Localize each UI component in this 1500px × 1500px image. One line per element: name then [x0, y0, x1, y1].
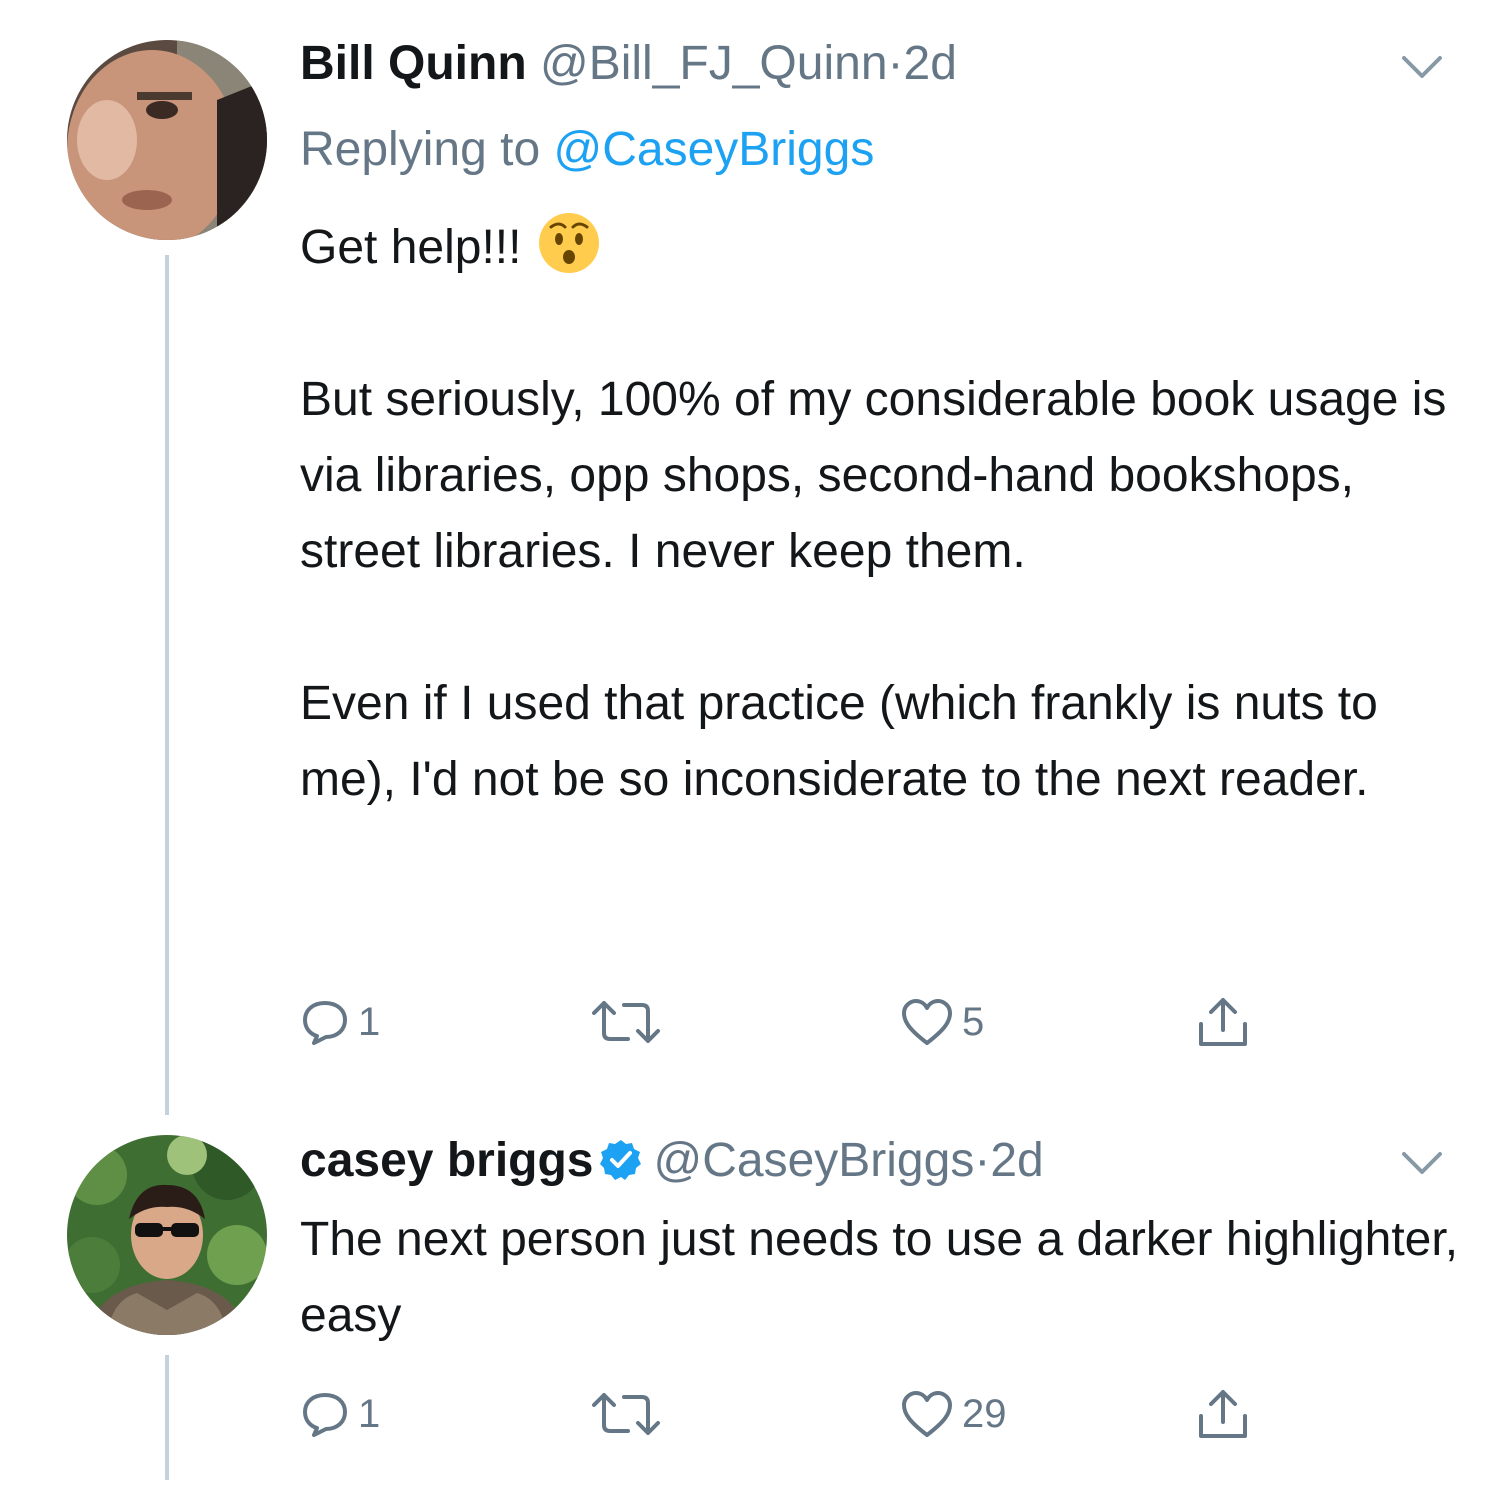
- avatar-image: [67, 40, 267, 240]
- retweet-button[interactable]: [590, 992, 670, 1052]
- like-icon: [902, 1391, 952, 1437]
- replying-to: Replying to @CaseyBriggs: [300, 122, 874, 178]
- tweet-paragraph: The next person just needs to use a dark…: [300, 1213, 1459, 1342]
- reply-count: 1: [358, 1391, 381, 1436]
- tweet-actions: 1 29: [300, 1384, 1300, 1444]
- display-name[interactable]: casey briggs: [300, 1134, 593, 1187]
- reply-button[interactable]: 1: [300, 992, 380, 1052]
- thread-line: [165, 1355, 169, 1480]
- reply-button[interactable]: 1: [300, 1384, 380, 1444]
- avatar-image: [67, 1135, 267, 1335]
- user-handle[interactable]: @Bill_FJ_Quinn: [540, 37, 888, 90]
- share-button[interactable]: [1195, 992, 1251, 1052]
- reply-icon: [303, 1393, 347, 1437]
- reply-icon: [303, 1001, 347, 1045]
- avatar[interactable]: [67, 1135, 267, 1335]
- chevron-down-icon[interactable]: [1398, 1148, 1446, 1178]
- like-count: 29: [962, 1391, 1007, 1436]
- tweet-actions: 1 5: [300, 992, 1300, 1052]
- tweet-paragraph: Get help!!!: [300, 210, 1460, 286]
- separator-dot: ·: [974, 1134, 991, 1187]
- verified-badge-icon: [600, 1140, 642, 1180]
- like-count: 5: [962, 999, 985, 1044]
- replying-prefix: Replying to: [300, 123, 541, 176]
- chevron-down-icon[interactable]: [1398, 52, 1446, 82]
- retweet-button[interactable]: [590, 1384, 670, 1444]
- thread-line: [165, 255, 169, 1115]
- share-icon: [1199, 1390, 1247, 1438]
- tweet-text: The next person just needs to use a dark…: [300, 1202, 1460, 1354]
- replying-handle-link[interactable]: @CaseyBriggs: [553, 123, 874, 176]
- tweet-text: Get help!!! But seriously, 100% of my co…: [300, 210, 1460, 818]
- retweet-icon: [592, 1001, 660, 1043]
- tweet-header: Bill Quinn @Bill_FJ_Quinn·2d: [300, 36, 957, 92]
- reply-count: 1: [358, 999, 381, 1044]
- like-button[interactable]: 29: [900, 1384, 1007, 1444]
- avatar[interactable]: [67, 40, 267, 240]
- timestamp[interactable]: 2d: [904, 37, 957, 90]
- tweet-header: casey briggs @CaseyBriggs·2d: [300, 1133, 1044, 1189]
- display-name[interactable]: Bill Quinn: [300, 37, 527, 90]
- share-icon: [1199, 998, 1247, 1046]
- share-button[interactable]: [1195, 1384, 1251, 1444]
- timestamp[interactable]: 2d: [990, 1134, 1043, 1187]
- tweet-paragraph: But seriously, 100% of my considerable b…: [300, 373, 1447, 578]
- user-handle[interactable]: @CaseyBriggs: [653, 1134, 974, 1187]
- like-button[interactable]: 5: [900, 992, 984, 1052]
- like-icon: [902, 999, 952, 1045]
- tweet-paragraph-text: Get help!!!: [300, 221, 522, 274]
- tweet-paragraph: Even if I used that practice (which fran…: [300, 677, 1378, 806]
- retweet-icon: [592, 1393, 660, 1435]
- hushed-face-emoji: [539, 213, 600, 273]
- separator-dot: ·: [887, 37, 904, 90]
